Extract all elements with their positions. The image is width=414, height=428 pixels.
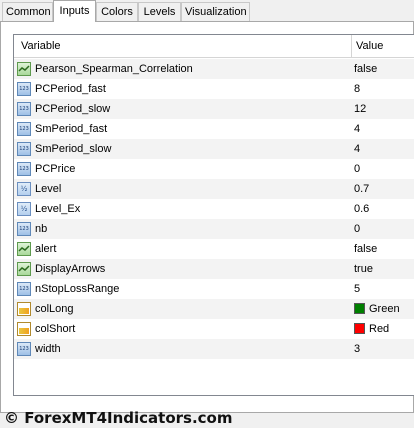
variable-value[interactable]: 0.7	[354, 179, 369, 199]
variable-value[interactable]: 3	[354, 339, 360, 359]
bool-icon	[17, 262, 31, 276]
variable-value[interactable]: 4	[354, 139, 360, 159]
variable-value[interactable]: 0	[354, 159, 360, 179]
variable-name: nb	[35, 223, 48, 235]
table-row[interactable]: 123 width 3	[14, 339, 414, 359]
variable-name: colShort	[35, 323, 76, 335]
variable-name: colLong	[35, 303, 74, 315]
table-row[interactable]: colShort Red	[14, 319, 414, 339]
tab-inputs[interactable]: Inputs	[53, 0, 96, 22]
table-row[interactable]: 123 SmPeriod_fast 4	[14, 119, 414, 139]
variable-value[interactable]: 5	[354, 279, 360, 299]
table-row[interactable]: DisplayArrows true	[14, 259, 414, 279]
color-icon	[17, 322, 31, 336]
variable-name: nStopLossRange	[35, 283, 120, 295]
int-icon: 123	[17, 102, 31, 116]
int-icon: 123	[17, 342, 31, 356]
double-icon: ½	[17, 182, 31, 196]
tab-colors[interactable]: Colors	[96, 2, 138, 21]
variable-value[interactable]: 0.6	[354, 199, 369, 219]
color-swatch[interactable]	[354, 303, 365, 314]
tab-bar: Common Inputs Colors Levels Visualizatio…	[0, 0, 414, 22]
int-icon: 123	[17, 82, 31, 96]
variable-value[interactable]: false	[354, 59, 377, 79]
tab-visualization[interactable]: Visualization	[181, 2, 250, 21]
variable-name: Pearson_Spearman_Correlation	[35, 63, 193, 75]
variable-value[interactable]: 8	[354, 79, 360, 99]
variable-name: PCPeriod_slow	[35, 103, 111, 115]
color-swatch[interactable]	[354, 323, 365, 334]
color-icon	[17, 302, 31, 316]
table-header: Variable Value	[14, 35, 414, 58]
table-row[interactable]: ½ Level 0.7	[14, 179, 414, 199]
int-icon: 123	[17, 162, 31, 176]
table-body: Pearson_Spearman_Correlation false 123 PCPe…	[14, 59, 414, 359]
table-row[interactable]: 123 nb 0	[14, 219, 414, 239]
table-row[interactable]: ½ Level_Ex 0.6	[14, 199, 414, 219]
variable-name: Level_Ex	[35, 203, 81, 215]
table-row[interactable]: 123 PCPrice 0	[14, 159, 414, 179]
variable-name: SmPeriod_slow	[35, 143, 112, 155]
int-icon: 123	[17, 222, 31, 236]
variable-value[interactable]: Red	[369, 319, 389, 339]
variable-value[interactable]: 4	[354, 119, 360, 139]
table-row[interactable]: 123 SmPeriod_slow 4	[14, 139, 414, 159]
tab-levels[interactable]: Levels	[138, 2, 181, 21]
bool-icon	[17, 62, 31, 76]
tab-common[interactable]: Common	[2, 2, 53, 21]
int-icon: 123	[17, 142, 31, 156]
int-icon: 123	[17, 122, 31, 136]
table-row[interactable]: 123 PCPeriod_slow 12	[14, 99, 414, 119]
bool-icon	[17, 242, 31, 256]
table-row[interactable]: Pearson_Spearman_Correlation false	[14, 59, 414, 79]
variable-column-header[interactable]: Variable	[21, 35, 61, 57]
variable-name: width	[35, 343, 61, 355]
table-row[interactable]: 123 PCPeriod_fast 8	[14, 79, 414, 99]
variable-value[interactable]: true	[354, 259, 373, 279]
variable-name: DisplayArrows	[35, 263, 106, 275]
inputs-panel: Variable Value Pearson_Spearman_Correlat…	[0, 21, 414, 413]
variable-name: PCPeriod_fast	[35, 83, 106, 95]
watermark: © ForexMT4Indicators.com	[4, 409, 233, 427]
table-row[interactable]: 123 nStopLossRange 5	[14, 279, 414, 299]
variable-name: Level	[35, 183, 62, 195]
int-icon: 123	[17, 282, 31, 296]
variable-value[interactable]: 0	[354, 219, 360, 239]
variable-value[interactable]: Green	[369, 299, 400, 319]
variable-value[interactable]: false	[354, 239, 377, 259]
column-divider[interactable]	[351, 35, 352, 57]
value-column-header[interactable]: Value	[356, 35, 383, 57]
variable-name: SmPeriod_fast	[35, 123, 108, 135]
variable-name: PCPrice	[35, 163, 76, 175]
table-row[interactable]: alert false	[14, 239, 414, 259]
variable-name: alert	[35, 243, 57, 255]
table-row[interactable]: colLong Green	[14, 299, 414, 319]
variable-value[interactable]: 12	[354, 99, 366, 119]
inputs-table: Variable Value Pearson_Spearman_Correlat…	[13, 34, 414, 396]
double-icon: ½	[17, 202, 31, 216]
